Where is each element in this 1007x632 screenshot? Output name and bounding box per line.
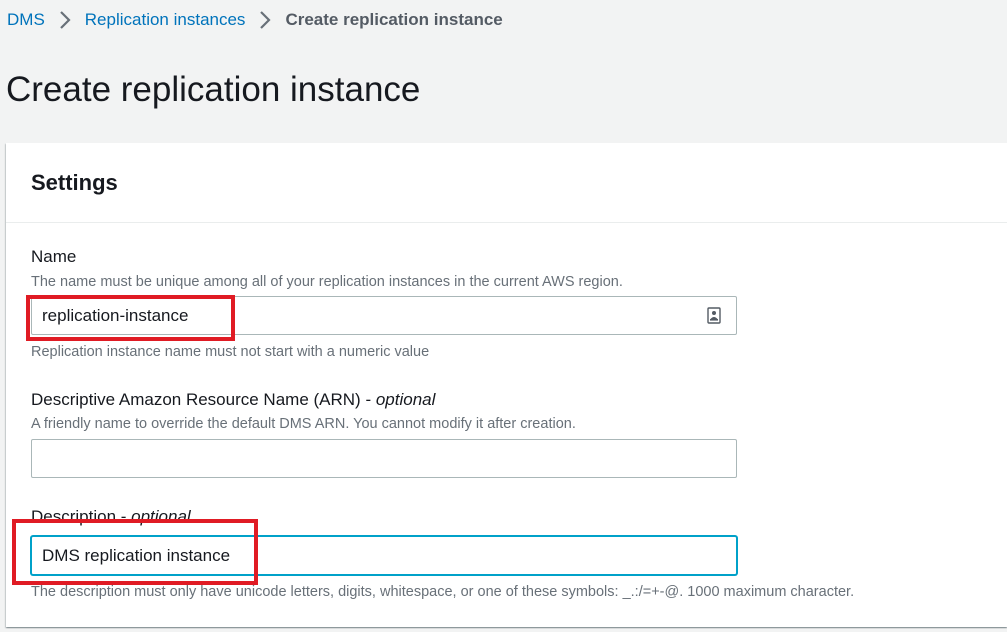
arn-label: Descriptive Amazon Resource Name (ARN) -… [31, 390, 435, 410]
breadcrumb-dms-link[interactable]: DMS [7, 10, 45, 30]
description-input[interactable]: DMS replication instance [31, 536, 737, 575]
contact-card-icon[interactable] [707, 307, 721, 324]
breadcrumb: DMS Replication instances Create replica… [7, 9, 503, 31]
breadcrumb-replication-instances-link[interactable]: Replication instances [85, 10, 246, 30]
settings-title: Settings [31, 169, 118, 195]
name-constraint: Replication instance name must not start… [31, 344, 430, 360]
arn-optional-text: optional [375, 390, 436, 409]
arn-description: A friendly name to override the default … [31, 416, 576, 432]
page-title: Create replication instance [6, 70, 421, 109]
name-input[interactable]: replication-instance [31, 296, 737, 335]
description-input-value: DMS replication instance [42, 545, 231, 565]
arn-label-text: Descriptive Amazon Resource Name (ARN) - [31, 390, 376, 409]
arn-input[interactable] [31, 439, 737, 478]
chevron-right-icon [245, 11, 285, 29]
name-description: The name must be unique among all of you… [31, 274, 623, 290]
breadcrumb-current: Create replication instance [285, 10, 503, 29]
name-input-value: replication-instance [42, 305, 189, 325]
description-optional-text: optional [131, 507, 191, 526]
settings-panel: Settings Name The name must be unique am… [6, 143, 1007, 627]
description-label: Description - optional [31, 507, 191, 527]
name-label: Name [31, 247, 77, 266]
chevron-right-icon [45, 11, 85, 29]
description-label-text: Description - [31, 507, 132, 526]
settings-header: Settings [6, 143, 1007, 223]
description-constraint: The description must only have unicode l… [31, 584, 855, 600]
